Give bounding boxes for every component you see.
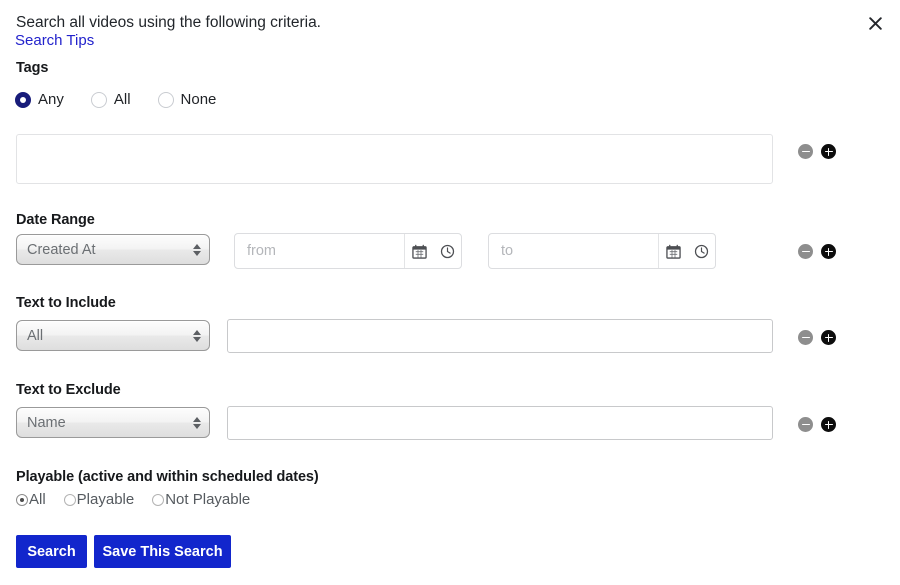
clock-icon[interactable] [687, 234, 715, 268]
save-this-search-button[interactable]: Save This Search [94, 535, 231, 568]
text-include-remove-row-button[interactable] [798, 330, 813, 345]
text-include-add-row-button[interactable] [821, 330, 836, 345]
search-button[interactable]: Search [16, 535, 87, 568]
chevron-updown-icon [192, 240, 201, 260]
radio-dot [16, 493, 28, 506]
tags-radio-all[interactable]: All [90, 91, 131, 108]
date-range-label: Date Range [16, 212, 95, 228]
calendar-icon[interactable] [405, 234, 433, 268]
text-exclude-input[interactable] [227, 406, 773, 440]
text-include-field-select-value: All [27, 327, 44, 344]
text-exclude-field-select-value: Name [27, 414, 66, 431]
playable-radio-not-playable[interactable]: Not Playable [152, 491, 250, 508]
tags-label: Tags [16, 60, 49, 76]
playable-radio-group: All Playable Not Playable [16, 491, 268, 508]
clock-icon[interactable] [433, 234, 461, 268]
date-to-input[interactable]: to [489, 234, 658, 268]
date-range-remove-row-button[interactable] [798, 244, 813, 259]
playable-radio-playable[interactable]: Playable [63, 491, 135, 508]
radio-dot [157, 91, 174, 108]
tags-match-radio-group: Any All None [15, 91, 216, 108]
text-exclude-remove-row-button[interactable] [798, 417, 813, 432]
text-exclude-label: Text to Exclude [16, 382, 121, 398]
chevron-updown-icon [192, 326, 201, 346]
tags-radio-any-label: Any [38, 91, 64, 108]
tags-radio-all-label: All [113, 91, 131, 108]
date-range-field-select[interactable]: Created At [16, 234, 210, 265]
chevron-updown-icon [192, 413, 201, 433]
tags-remove-row-button[interactable] [798, 144, 813, 159]
playable-radio-all-label: All [29, 491, 46, 508]
tags-add-row-button[interactable] [821, 144, 836, 159]
advanced-search-panel: Search all videos using the following cr… [0, 0, 900, 585]
playable-radio-not-playable-label: Not Playable [165, 491, 251, 508]
radio-dot [63, 493, 76, 506]
date-range-add-row-button[interactable] [821, 244, 836, 259]
date-range-field-select-value: Created At [27, 241, 96, 258]
tags-row-controls [798, 144, 836, 159]
tags-radio-any[interactable]: Any [15, 91, 64, 108]
text-include-label: Text to Include [16, 295, 116, 311]
radio-dot [152, 493, 165, 506]
radio-dot [15, 91, 31, 108]
text-include-field-select[interactable]: All [16, 320, 210, 351]
close-icon[interactable] [864, 12, 886, 34]
tags-input[interactable] [16, 134, 773, 184]
playable-radio-playable-label: Playable [76, 491, 135, 508]
date-from-field: from [234, 233, 462, 269]
tags-radio-none-label: None [180, 91, 217, 108]
text-include-input[interactable] [227, 319, 773, 353]
radio-dot [90, 91, 107, 108]
text-exclude-row-controls [798, 417, 836, 432]
date-from-input[interactable]: from [235, 234, 404, 268]
date-to-field: to [488, 233, 716, 269]
tags-radio-none[interactable]: None [157, 91, 217, 108]
search-tips-link[interactable]: Search Tips [15, 32, 94, 50]
playable-radio-all[interactable]: All [16, 491, 46, 508]
text-include-row-controls [798, 330, 836, 345]
date-range-row-controls [798, 244, 836, 259]
calendar-icon[interactable] [659, 234, 687, 268]
text-exclude-add-row-button[interactable] [821, 417, 836, 432]
text-exclude-field-select[interactable]: Name [16, 407, 210, 438]
playable-label: Playable (active and within scheduled da… [16, 469, 319, 485]
intro-text: Search all videos using the following cr… [16, 14, 321, 31]
